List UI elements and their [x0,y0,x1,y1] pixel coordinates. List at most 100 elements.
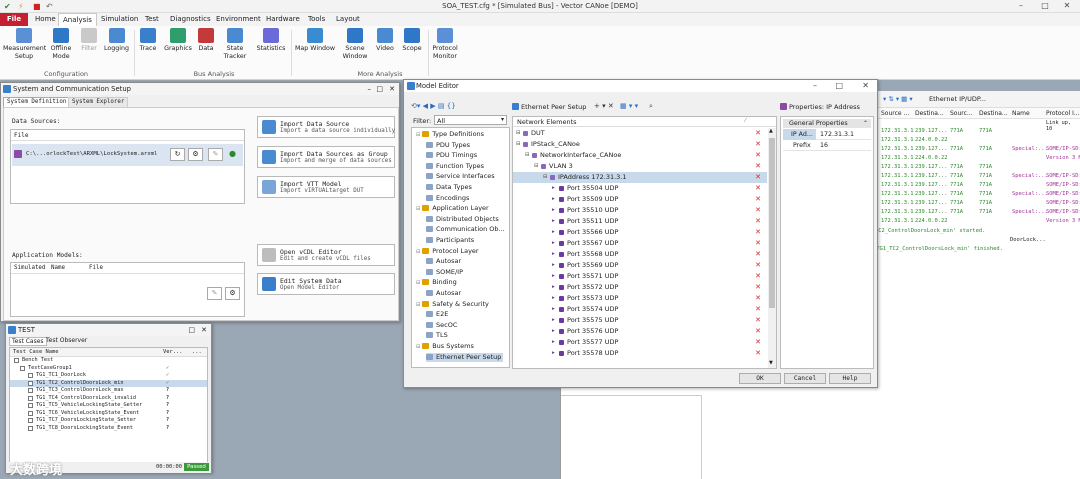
maximize-icon[interactable]: □ [376,83,383,95]
network-row[interactable]: ▸ Port 35510 UDP ✕ [513,205,767,216]
tree-item[interactable]: Communication Ob... [426,225,505,234]
checkbox-icon[interactable] [28,395,33,401]
tab-system-definition[interactable]: System Definition [3,97,71,107]
vertical-scrollbar[interactable]: ▲ ▼ [768,128,776,368]
network-row[interactable]: ⊟ IPStack_CANoe ✕ [513,139,767,150]
state-tracker-button[interactable]: State Tracker [220,28,250,60]
collapse-icon[interactable]: ⌃ [863,119,868,128]
delete-icon[interactable]: ✕ [753,261,763,270]
protocol-monitor-button[interactable]: Protocol Monitor [430,28,460,60]
test-case-row[interactable]: TG1_TC7_DoorsLockingState_Setter? [10,417,207,425]
add-model-button[interactable]: ⚙ [225,287,240,300]
tree-item[interactable]: E2E [426,310,448,319]
remove-source-button[interactable]: ✎ [208,148,223,161]
tree-item[interactable]: ⊟ Safety & Security [416,300,489,310]
import-vtt-button[interactable]: Import VTT Model Import vIRTUALtarget DU… [257,176,395,198]
col-source[interactable]: Source ... [881,110,909,117]
test-case-row[interactable]: TG1_TC3_ControlDoorsLock_max? [10,387,207,395]
delete-icon[interactable]: ✕ [753,173,763,182]
network-row[interactable]: ▸ Port 35573 UDP ✕ [513,293,767,304]
menu-tools[interactable]: Tools [304,13,329,26]
measurement-setup-button[interactable]: Measurement Setup [3,28,46,60]
remove-model-button[interactable]: ✎ [207,287,222,300]
delete-icon[interactable]: ✕ [753,195,763,204]
tab-system-explorer[interactable]: System Explorer [68,97,129,107]
checkbox-icon[interactable] [28,425,33,431]
tree-item[interactable]: Ethernet Peer Setup [426,352,504,362]
tree-item[interactable]: Encodings [426,194,469,203]
network-row[interactable]: ⊟ VLAN 3 ✕ [513,161,767,172]
open-vcdl-editor-button[interactable]: Open vCDL Editor Edit and create vCDL fi… [257,244,395,266]
delete-icon[interactable]: ✕ [753,162,763,171]
prop-prefix[interactable]: Prefix 16 [783,140,871,151]
maximize-icon[interactable]: □ [835,80,843,92]
add-icon[interactable]: + ▾ ✕ [594,102,614,110]
delete-icon[interactable]: ✕ [753,151,763,160]
tree-item[interactable]: SecOC [426,321,457,330]
video-button[interactable]: Video [374,28,396,53]
network-row[interactable]: ▸ Port 35575 UDP ✕ [513,315,767,326]
test-case-row[interactable]: TG1_TC5_VehicleLockingState_Getter? [10,402,207,410]
delete-icon[interactable]: ✕ [753,140,763,149]
checkbox-icon[interactable] [28,410,33,416]
close-icon[interactable]: ✕ [862,80,869,92]
minimize-icon[interactable]: – [368,83,372,95]
statistics-button[interactable]: Statistics [255,28,287,53]
layout-icon[interactable]: ▤ [438,102,445,110]
delete-icon[interactable]: ✕ [753,217,763,226]
tree-item[interactable]: Autosar [426,257,461,266]
expand-icon[interactable]: ⊟ [516,139,521,150]
delete-icon[interactable]: ✕ [753,272,763,281]
maximize-icon[interactable]: □ [1034,1,1056,12]
tree-item[interactable]: Participants [426,236,474,245]
prop-value[interactable]: 16 [820,142,828,149]
tree-item[interactable]: ⊟ Bus Systems [416,342,474,352]
back-icon[interactable]: ◀ [423,102,428,110]
graphics-button[interactable]: Graphics [163,28,193,53]
prop-value[interactable]: 172.31.3.1 [820,131,854,138]
network-row[interactable]: ▸ Port 35571 UDP ✕ [513,271,767,282]
tree-item[interactable]: SOME/IP [426,268,463,277]
scroll-down-icon[interactable]: ▼ [769,360,773,366]
delete-icon[interactable]: ✕ [753,349,763,358]
delete-icon[interactable]: ✕ [753,184,763,193]
network-row[interactable]: ▸ Port 35566 UDP ✕ [513,227,767,238]
expand-icon[interactable]: ⊟ [416,280,420,286]
tree-item[interactable]: Service Interfaces [426,172,495,181]
menu-diagnostics[interactable]: Diagnostics [166,13,215,26]
forward-icon[interactable]: ▶ [430,102,435,110]
minimize-icon[interactable]: – [813,80,817,92]
checkbox-icon[interactable] [28,418,33,423]
logging-button[interactable]: Logging [103,28,130,53]
filter-button[interactable]: Filter [79,28,99,53]
edit-system-data-button[interactable]: Edit System Data Open Model Editor [257,273,395,295]
tree-item[interactable]: PDU Timings [426,151,477,160]
delete-icon[interactable]: ✕ [753,316,763,325]
tree-item[interactable]: ⊟ Type Definitions [416,130,484,140]
scrollbar-thumb[interactable] [769,138,775,308]
minimize-icon[interactable]: – [1010,1,1032,12]
maximize-icon[interactable]: □ [188,324,195,336]
close-icon[interactable]: ✕ [201,324,207,336]
test-case-row[interactable]: TG1_TC1_DoorLock ✓ [10,372,207,380]
menu-hardware[interactable]: Hardware [262,13,304,26]
ethernet-filter-dropdown[interactable]: Ethernet IP/UDP... [929,95,986,103]
help-button[interactable]: Help [829,373,871,384]
checkbox-icon[interactable] [28,403,33,408]
test-case-row[interactable]: TG1_TC4_ControlDoorsLock_invalid? [10,395,207,403]
delete-icon[interactable]: ✕ [753,283,763,292]
network-row[interactable]: ▸ Port 35577 UDP ✕ [513,337,767,348]
menu-simulation[interactable]: Simulation [97,13,142,26]
tab-test-cases[interactable]: Test Cases [9,337,47,346]
tree-item[interactable]: Function Types [426,162,484,171]
test-case-row[interactable]: TG1_TC2_ControlDoorsLock_min ✓ [10,379,207,387]
tree-item[interactable]: Distributed Objects [426,215,499,224]
scope-button[interactable]: Scope [400,28,424,53]
network-row[interactable]: ⊟ IPAddress 172.31.3.1 ✕ [513,172,767,183]
test-case-row[interactable]: Bench Test [10,357,207,365]
prop-ip-address[interactable]: IP Ad... 172.31.3.1 [783,129,871,140]
import-group-button[interactable]: Import Data Sources as Group Import and … [257,146,395,168]
menu-test[interactable]: Test [141,13,163,26]
network-row[interactable]: ▸ Port 35576 UDP ✕ [513,326,767,337]
tools-icon[interactable]: ▦ ▾ ▾ [620,102,638,110]
